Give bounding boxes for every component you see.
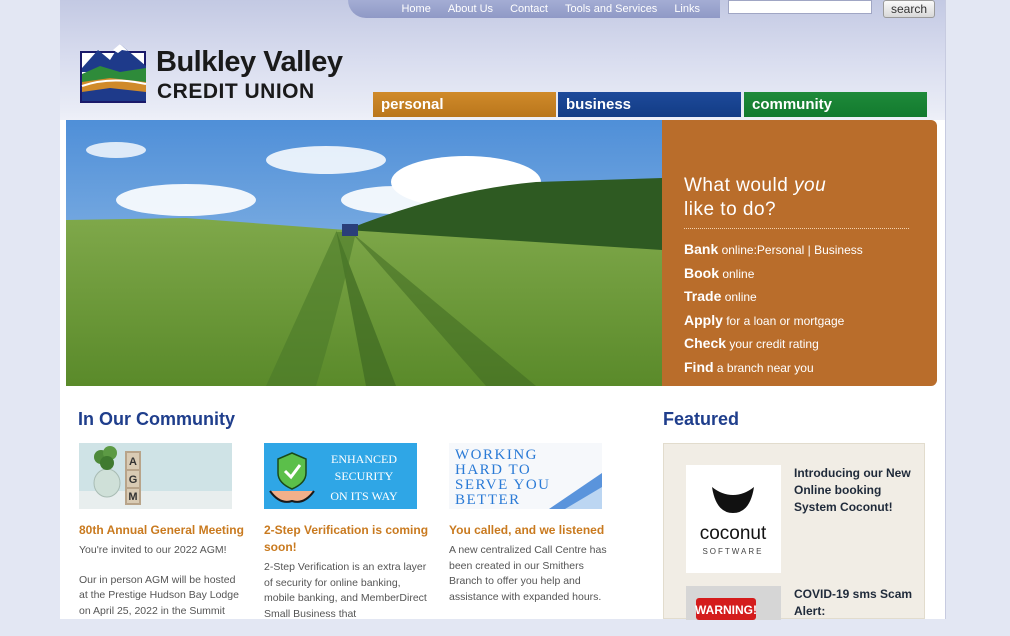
- featured-item-scam-alert[interactable]: COVID-19 sms Scam Alert:: [794, 586, 919, 620]
- svg-text:G: G: [129, 474, 138, 486]
- logo-title: Bulkley Valley: [156, 46, 343, 78]
- nav-link-about-us[interactable]: About Us: [448, 3, 493, 15]
- tab-personal[interactable]: personal: [373, 92, 556, 117]
- action-apply-loan[interactable]: Apply for a loan or mortgage: [684, 309, 937, 333]
- featured-item-coconut[interactable]: Introducing our New Online booking Syste…: [794, 465, 919, 516]
- hero-image: [66, 120, 662, 386]
- svg-text:HARD TO: HARD TO: [455, 462, 531, 478]
- warning-image[interactable]: WARNING!: [686, 586, 781, 620]
- svg-text:ENHANCED: ENHANCED: [331, 452, 397, 466]
- call-centre-thumbnail[interactable]: WORKING HARD TO SERVE YOU BETTER: [449, 443, 602, 509]
- search-button[interactable]: search: [883, 0, 935, 18]
- card-text: 2-Step Verification is an extra layer of…: [264, 561, 427, 620]
- card-title[interactable]: 80th Annual General Meeting: [79, 522, 244, 539]
- logo-subtitle: CREDIT UNION: [157, 80, 315, 103]
- svg-text:A: A: [129, 456, 137, 468]
- card-text: You're invited to our 2022 AGM! Our in p…: [79, 544, 239, 617]
- featured-section-title: Featured: [663, 409, 740, 429]
- card-text: A new centralized Call Centre has been c…: [449, 544, 607, 603]
- action-book-online[interactable]: Book online: [684, 262, 937, 286]
- card-title[interactable]: You called, and we listened: [449, 522, 614, 539]
- panel-heading-line2: like to do?: [684, 199, 777, 220]
- action-trade-online[interactable]: Trade online: [684, 285, 937, 309]
- tab-business[interactable]: business: [558, 92, 741, 117]
- community-section-title: In Our Community: [78, 409, 235, 429]
- featured-box: coconut SOFTWARE Introducing our New Onl…: [663, 443, 925, 620]
- action-find-branch[interactable]: Find a branch near you: [684, 356, 937, 380]
- community-card-call-centre: WORKING HARD TO SERVE YOU BETTER You cal…: [449, 443, 614, 619]
- tab-community[interactable]: community: [744, 92, 927, 117]
- nav-link-tools-and-services[interactable]: Tools and Services: [565, 3, 657, 15]
- agm-thumbnail[interactable]: A G M: [79, 443, 232, 509]
- svg-text:SECURITY: SECURITY: [335, 469, 394, 483]
- svg-text:M: M: [128, 491, 137, 503]
- mountain-logo-icon: [80, 44, 147, 103]
- action-bank-online[interactable]: Bank online:Personal | Business: [684, 238, 937, 262]
- svg-text:SOFTWARE: SOFTWARE: [702, 547, 763, 556]
- svg-text:WARNING!: WARNING!: [695, 603, 757, 617]
- nav-link-home[interactable]: Home: [401, 3, 430, 15]
- coconut-icon: coconut SOFTWARE: [700, 487, 767, 556]
- svg-text:BETTER: BETTER: [455, 492, 521, 508]
- panel-heading-emphasis: you: [794, 175, 827, 196]
- svg-text:coconut: coconut: [700, 523, 767, 544]
- coconut-logo[interactable]: coconut SOFTWARE: [686, 465, 781, 573]
- community-card-security: ENHANCED SECURITY ON ITS WAY 2-Step Veri…: [264, 443, 429, 636]
- panel-heading-text: What would: [684, 175, 795, 196]
- nav-link-contact[interactable]: Contact: [510, 3, 548, 15]
- search-input[interactable]: [728, 0, 872, 14]
- nav-link-links[interactable]: Links: [674, 3, 700, 15]
- action-check-credit[interactable]: Check your credit rating: [684, 332, 937, 356]
- card-title[interactable]: 2-Step Verification is coming soon!: [264, 522, 429, 556]
- security-thumbnail[interactable]: ENHANCED SECURITY ON ITS WAY: [264, 443, 417, 509]
- warning-icon: WARNING!: [695, 598, 757, 620]
- quick-actions-panel: What would you like to do? Bank online:P…: [662, 120, 937, 386]
- top-navigation: Home About Us Contact Tools and Services…: [348, 0, 720, 18]
- panel-divider: [684, 228, 909, 229]
- panel-heading: What would you like to do?: [684, 174, 937, 222]
- community-card-agm: A G M 80th Annual General Meeting You're…: [79, 443, 244, 633]
- svg-text:SERVE YOU: SERVE YOU: [455, 477, 551, 493]
- svg-text:ON ITS WAY: ON ITS WAY: [330, 489, 398, 503]
- svg-text:WORKING: WORKING: [455, 447, 538, 463]
